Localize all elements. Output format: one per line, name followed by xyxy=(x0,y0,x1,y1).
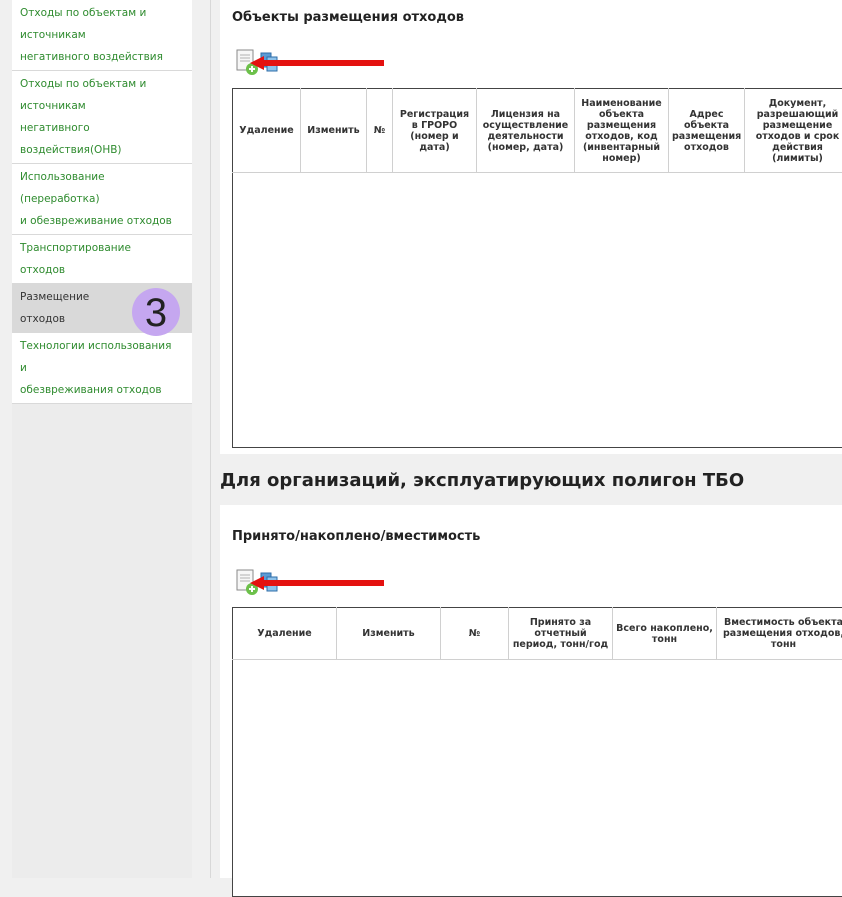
sidebar-item[interactable]: Транспортированиеотходов xyxy=(12,235,192,284)
sidebar-item[interactable]: Размещениеотходов3 xyxy=(12,284,192,333)
sidebar-item-label: Отходы по объектам и xyxy=(20,73,184,95)
column-header: № xyxy=(367,89,393,173)
red-arrow-annotation xyxy=(250,576,384,590)
sidebar-item-label: и xyxy=(20,357,184,379)
step-number-badge: 3 xyxy=(132,288,180,336)
column-header: Регистрация в ГРОРО (номер и дата) xyxy=(393,89,477,173)
column-header: Изменить xyxy=(337,608,441,660)
column-header: Наименование объекта размещения отходов,… xyxy=(575,89,669,173)
column-header: Вместимость объекта размещения отходов, … xyxy=(717,608,842,660)
sidebar-item[interactable]: Отходы по объектам иисточникамнегативног… xyxy=(12,0,192,71)
landfill-table: УдалениеИзменить№Принято за отчетный пер… xyxy=(232,607,842,897)
column-header: Принято за отчетный период, тонн/год xyxy=(509,608,613,660)
sidebar-item[interactable]: Использование(переработка)и обезвреживан… xyxy=(12,164,192,235)
column-header: Лицензия на осуществление деятельности (… xyxy=(477,89,575,173)
page-heading: Для организаций, эксплуатирующих полигон… xyxy=(220,470,744,491)
sidebar-divider xyxy=(210,0,211,878)
red-arrow-annotation xyxy=(250,56,384,70)
sidebar-item-label: отходов xyxy=(20,259,184,281)
column-header: Удаление xyxy=(233,89,301,173)
waste-facilities-section: Объекты размещения отходов Удален xyxy=(220,0,842,454)
waste-facilities-table: УдалениеИзменить№Регистрация в ГРОРО (но… xyxy=(232,88,842,448)
table-empty-body xyxy=(233,173,842,448)
column-header: № xyxy=(441,608,509,660)
sidebar-item-label: Транспортирование xyxy=(20,237,184,259)
sidebar: Отходы по объектам иисточникамнегативног… xyxy=(12,0,192,878)
sidebar-item-label: обезвреживания отходов xyxy=(20,379,184,401)
section-title: Объекты размещения отходов xyxy=(232,10,464,25)
sidebar-item-label: источникам xyxy=(20,24,184,46)
sidebar-item-label: Отходы по объектам и xyxy=(20,2,184,24)
section-title: Принято/накоплено/вместимость xyxy=(232,529,480,544)
column-header: Удаление xyxy=(233,608,337,660)
sidebar-item-label: негативного xyxy=(20,117,184,139)
column-header: Изменить xyxy=(301,89,367,173)
sidebar-item-label: и обезвреживание отходов xyxy=(20,210,184,232)
column-header: Документ, разрешающий размещение отходов… xyxy=(745,89,842,173)
sidebar-item-label: Использование xyxy=(20,166,184,188)
sidebar-item-label: воздействия(ОНВ) xyxy=(20,139,184,161)
table-empty-body xyxy=(233,660,842,897)
landfill-section: Принято/накоплено/вместимость Уда xyxy=(220,505,842,878)
sidebar-item[interactable]: Технологии использованияиобезвреживания … xyxy=(12,333,192,404)
sidebar-item-label: (переработка) xyxy=(20,188,184,210)
sidebar-item[interactable]: Отходы по объектам иисточникамнегативног… xyxy=(12,71,192,164)
sidebar-item-label: Технологии использования xyxy=(20,335,184,357)
sidebar-menu: Отходы по объектам иисточникамнегативног… xyxy=(12,0,192,404)
sidebar-item-label: источникам xyxy=(20,95,184,117)
sidebar-item-label: негативного воздействия xyxy=(20,46,184,68)
main-content: Объекты размещения отходов Удален xyxy=(220,0,842,878)
column-header: Всего накоплено, тонн xyxy=(613,608,717,660)
column-header: Адрес объекта размещения отходов xyxy=(669,89,745,173)
